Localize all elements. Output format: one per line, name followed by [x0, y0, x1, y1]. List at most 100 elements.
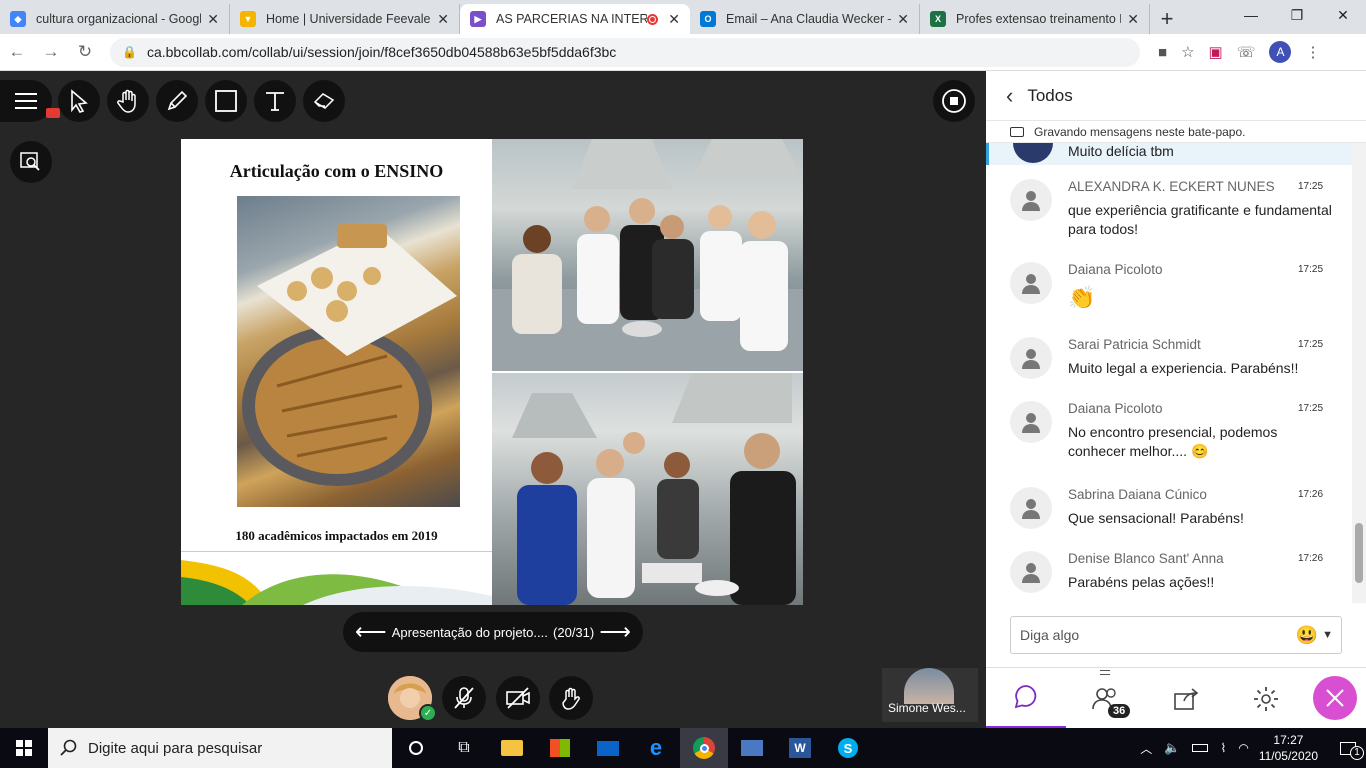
close-icon[interactable]: ✕	[207, 11, 219, 28]
close-panel-button[interactable]	[1313, 676, 1357, 720]
pen-tool-button[interactable]	[156, 80, 198, 122]
message-author: Sarai Patricia Schmidt	[1068, 337, 1201, 352]
url-field[interactable]: 🔒 ca.bbcollab.com/collab/ui/session/join…	[110, 37, 1140, 67]
minimize-icon[interactable]: —	[1228, 0, 1274, 30]
message-author: Sabrina Daiana Cúnico	[1068, 487, 1207, 502]
previous-slide-icon[interactable]: ⟵	[355, 619, 387, 645]
edge-button[interactable]: e	[632, 728, 680, 768]
stop-share-button[interactable]	[933, 80, 975, 122]
mail-button[interactable]	[584, 728, 632, 768]
chat-scrollbar[interactable]	[1352, 143, 1366, 603]
tab-title: Email – Ana Claudia Wecker – O	[726, 12, 892, 26]
settings-tab[interactable]	[1226, 668, 1306, 729]
chevron-down-icon[interactable]: ▼	[1322, 629, 1333, 641]
back-icon[interactable]: ←	[0, 42, 34, 62]
wifi-icon[interactable]: ◠	[1238, 741, 1248, 755]
reload-icon[interactable]: ↻	[68, 42, 102, 62]
word-button[interactable]: W	[776, 728, 824, 768]
emoji-picker-icon[interactable]: 😃	[1296, 625, 1318, 646]
network-icon[interactable]: ⌇	[1220, 741, 1226, 755]
chat-message-partial: Muito delícia tbm	[986, 143, 1352, 165]
task-view-icon: ⧉	[458, 739, 470, 756]
pan-tool-button[interactable]	[107, 80, 149, 122]
session-menu-button[interactable]	[0, 80, 60, 122]
close-window-icon[interactable]: ✕	[1320, 0, 1366, 30]
chevron-up-icon[interactable]: ︿	[1140, 740, 1152, 757]
browser-menu-icon[interactable]: ⋮	[1305, 43, 1320, 61]
user-avatar-icon	[1010, 551, 1052, 593]
mail-icon	[597, 740, 619, 756]
tab-title: Home | Universidade Feevale	[266, 12, 431, 26]
microphone-toggle[interactable]	[442, 676, 486, 720]
eraser-tool-button[interactable]	[303, 80, 345, 122]
next-slide-icon[interactable]: ⟶	[599, 619, 631, 645]
raise-hand-button[interactable]	[549, 676, 593, 720]
chat-scrollbar-thumb[interactable]	[1355, 523, 1363, 583]
start-button[interactable]	[0, 728, 48, 768]
kitchen-photo-bottom	[492, 373, 803, 605]
remote-desktop-button[interactable]	[728, 728, 776, 768]
skype-button[interactable]: S	[824, 728, 872, 768]
new-tab-button[interactable]: +	[1150, 4, 1184, 34]
phone-extension-icon[interactable]: ☏	[1237, 43, 1256, 61]
presentation-slide: Articulação com o ENSINO 180 acadêmicos …	[181, 139, 803, 605]
tab-favicon: O	[700, 11, 716, 27]
participant-tile[interactable]: Simone Wes...	[882, 668, 978, 722]
hamburger-icon	[15, 93, 37, 109]
pointer-icon	[71, 89, 88, 113]
task-view-button[interactable]: ⧉	[440, 728, 488, 768]
participant-avatar	[904, 668, 954, 704]
panel-navigation: 36	[986, 667, 1366, 729]
recording-notice-text: Gravando mensagens neste bate-papo.	[1034, 124, 1246, 139]
notification-center-button[interactable]: 1	[1330, 728, 1366, 768]
cortana-button[interactable]	[392, 728, 440, 768]
back-chevron-icon[interactable]: ‹	[1006, 83, 1013, 109]
chrome-button[interactable]	[680, 728, 728, 768]
shape-tool-button[interactable]	[205, 80, 247, 122]
chat-input[interactable]: Diga algo 😃 ▼	[1010, 616, 1342, 654]
close-icon[interactable]: ✕	[1127, 11, 1139, 28]
message-text: 👏	[1068, 285, 1096, 310]
recording-notice: Gravando mensagens neste bate-papo.	[986, 121, 1366, 143]
volume-icon[interactable]: 🔈	[1164, 740, 1180, 756]
microphone-muted-icon	[454, 687, 474, 709]
select-tool-button[interactable]	[58, 80, 100, 122]
taskbar-search[interactable]: Digite aqui para pesquisar	[48, 728, 392, 768]
forward-icon[interactable]: →	[34, 42, 68, 62]
store-icon	[550, 739, 570, 757]
extension-icon[interactable]: ▣	[1209, 43, 1223, 61]
attendees-tab[interactable]: 36	[1066, 668, 1146, 729]
browser-tab-active[interactable]: ▶ AS PARCERIAS NA INTERLO ✕	[460, 4, 690, 34]
chat-panel: ‹ Todos Gravando mensagens neste bate-pa…	[986, 71, 1366, 729]
camera-toggle[interactable]	[496, 676, 540, 720]
chat-input-placeholder: Diga algo	[1020, 627, 1080, 643]
bookmark-star-icon[interactable]: ☆	[1181, 43, 1194, 61]
slide-navigator: ⟵ Apresentação do projeto.... (20/31) ⟶	[343, 612, 643, 652]
close-icon	[1326, 689, 1344, 707]
chat-tab[interactable]	[986, 668, 1066, 729]
browser-tab[interactable]: ◆ cultura organizacional - Googl ✕	[0, 4, 230, 34]
browser-tab[interactable]: ▼ Home | Universidade Feevale ✕	[230, 4, 460, 34]
clock[interactable]: 17:27 11/05/2020	[1259, 732, 1318, 764]
recording-icon	[647, 13, 659, 25]
close-icon[interactable]: ✕	[437, 11, 449, 28]
store-button[interactable]	[536, 728, 584, 768]
file-explorer-button[interactable]	[488, 728, 536, 768]
battery-icon[interactable]	[1192, 744, 1209, 752]
zoom-icon	[20, 152, 40, 171]
browser-tab[interactable]: X Profes extensao treinamento E ✕	[920, 4, 1150, 34]
browser-tab-bar: ◆ cultura organizacional - Googl ✕ ▼ Hom…	[0, 0, 1366, 34]
zoom-controls-button[interactable]	[10, 141, 52, 183]
text-tool-button[interactable]	[254, 80, 296, 122]
close-icon[interactable]: ✕	[668, 11, 680, 28]
close-icon[interactable]: ✕	[897, 11, 909, 28]
message-author: Daiana Picoloto	[1068, 262, 1163, 277]
camera-icon[interactable]: ■	[1158, 44, 1167, 61]
maximize-icon[interactable]: ❐	[1274, 0, 1320, 30]
share-content-tab[interactable]	[1146, 668, 1226, 729]
profile-avatar[interactable]: A	[1269, 41, 1292, 63]
message-text: que experiência gratificante e fundament…	[1068, 202, 1332, 237]
browser-tab[interactable]: O Email – Ana Claudia Wecker – O ✕	[690, 4, 920, 34]
drag-handle-icon[interactable]	[1100, 670, 1110, 675]
message-time: 17:25	[1298, 264, 1324, 275]
